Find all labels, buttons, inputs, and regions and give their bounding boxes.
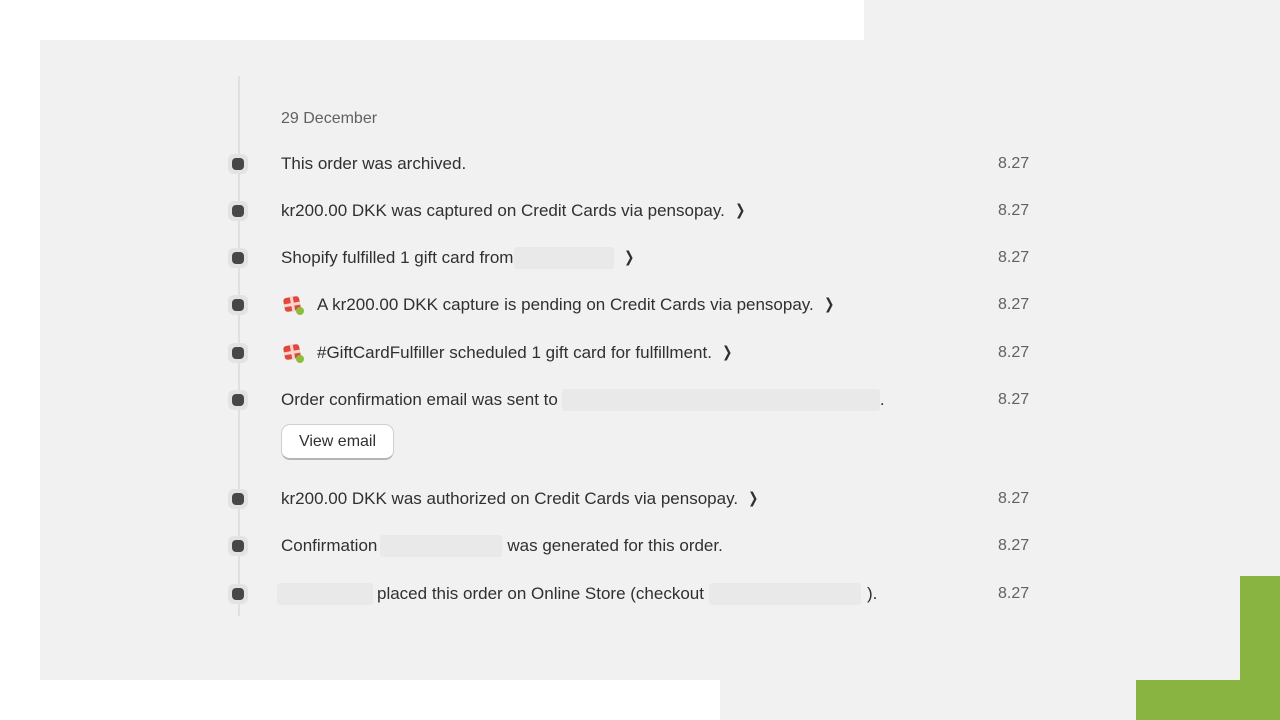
timeline-event: This order was archived. 8.27 [0,152,1280,176]
timeline-dot [228,248,248,268]
view-email-button[interactable]: View email [281,424,394,460]
gift-card-app-icon [281,294,305,316]
timeline-dot [228,536,248,556]
timeline-event[interactable]: A kr200.00 DKK capture is pending on Cre… [0,293,1280,317]
event-text-suffix: . [879,390,885,409]
event-text: This order was archived. [281,154,467,173]
event-time: 8.27 [998,537,1030,554]
chevron-right-icon[interactable]: ❯ [824,293,834,317]
event-time: 8.27 [998,202,1030,219]
event-text: Shopify fulfilled 1 gift card from [281,248,514,267]
frame-bottom [0,680,720,720]
event-text: #GiftCardFulfiller scheduled 1 gift card… [317,343,712,362]
event-time: 8.27 [998,296,1030,313]
event-text: Order confirmation email was sent to [281,390,558,409]
timeline-dot [228,584,248,604]
event-time: 8.27 [998,490,1030,507]
event-text: Confirmation [281,536,378,555]
timeline-date: 29 December [281,110,378,127]
timeline-event: Confirmation was generated for this orde… [0,534,1280,558]
accent-block-bottom [1136,680,1280,720]
redacted-store-name [514,247,615,269]
timeline-event: placed this order on Online Store (check… [0,582,1280,606]
frame-top [0,0,864,40]
timeline-dot [228,343,248,363]
timeline-event[interactable]: kr200.00 DKK was authorized on Credit Ca… [0,487,1280,511]
redacted-customer-name [277,583,373,605]
event-time: 8.27 [998,391,1030,408]
timeline-dot [228,295,248,315]
redacted-order-number [380,535,503,557]
chevron-right-icon[interactable]: ❯ [625,246,635,270]
event-text-suffix: ). [866,584,878,603]
event-text: A kr200.00 DKK capture is pending on Cre… [317,295,814,314]
chevron-right-icon[interactable]: ❯ [748,487,758,511]
event-text-suffix: was generated for this order. [507,536,723,555]
redacted-email-address [561,389,880,411]
timeline-event: Order confirmation email was sent to . 8… [0,388,1280,412]
chevron-right-icon[interactable]: ❯ [722,341,732,365]
event-text: kr200.00 DKK was authorized on Credit Ca… [281,489,739,508]
timeline-dot [228,390,248,410]
event-text: kr200.00 DKK was captured on Credit Card… [281,201,725,220]
chevron-right-icon[interactable]: ❯ [735,199,745,223]
gift-card-app-icon [281,342,305,364]
event-time: 8.27 [998,585,1030,602]
timeline-dot [228,201,248,221]
timeline-dot [228,154,248,174]
event-time: 8.27 [998,249,1030,266]
timeline-dot [228,489,248,509]
timeline-event[interactable]: #GiftCardFulfiller scheduled 1 gift card… [0,341,1280,365]
event-time: 8.27 [998,344,1030,361]
redacted-checkout-id [708,583,861,605]
timeline-event[interactable]: kr200.00 DKK was captured on Credit Card… [0,199,1280,223]
timeline-event[interactable]: Shopify fulfilled 1 gift card from ❯ 8.2… [0,246,1280,270]
event-text: placed this order on Online Store (check… [377,584,704,603]
event-time: 8.27 [998,155,1030,172]
